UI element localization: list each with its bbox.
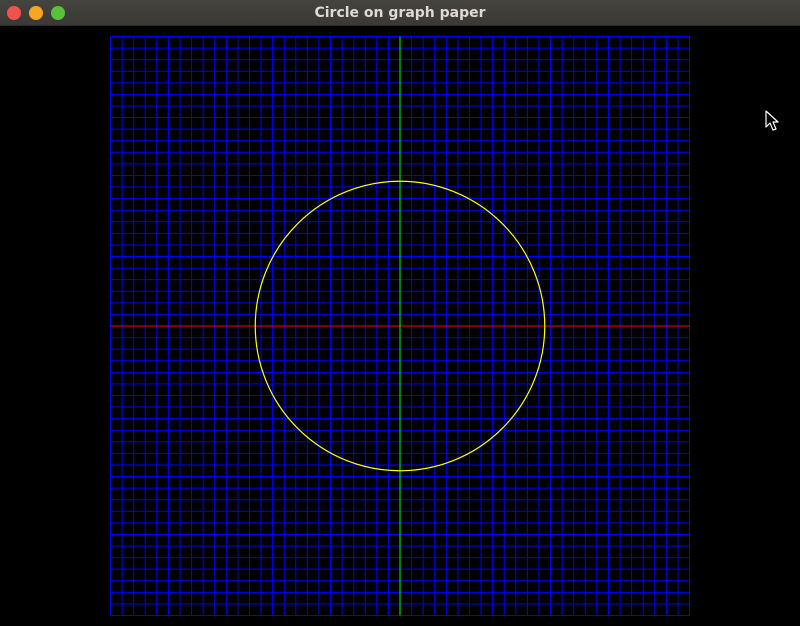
axes [110,36,690,616]
app-window: Circle on graph paper [0,0,800,626]
mouse-pointer-icon [765,110,779,131]
drawing-canvas[interactable] [0,26,800,626]
title-bar[interactable]: Circle on graph paper [0,0,800,26]
graph-paper-plot [110,36,690,616]
window-title: Circle on graph paper [314,5,486,21]
